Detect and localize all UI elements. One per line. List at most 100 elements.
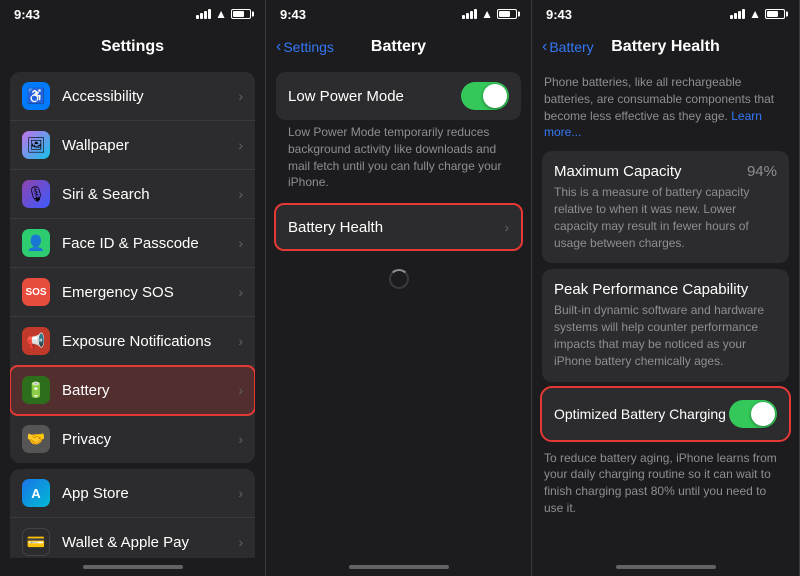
time-1: 9:43 [14, 7, 40, 22]
nav-bar-1: Settings [0, 28, 265, 66]
back-chevron-3: ‹ [542, 38, 547, 56]
sos-label: Emergency SOS [62, 284, 238, 301]
loading-spinner [266, 255, 531, 303]
back-to-settings[interactable]: ‹ Settings [276, 38, 334, 56]
settings-scroll[interactable]: ♿ Accessibility › 🖼 Wallpaper › 🎙 Siri &… [0, 66, 265, 558]
accessibility-chevron: › [238, 88, 243, 104]
signal-icon [196, 9, 211, 19]
wallpaper-chevron: › [238, 137, 243, 153]
time-2: 9:43 [280, 7, 306, 22]
peak-performance-title-row: Peak Performance Capability [554, 281, 777, 298]
back-to-battery[interactable]: ‹ Battery [542, 38, 594, 56]
battery-label: Battery [62, 382, 238, 399]
peak-performance-card: Peak Performance Capability Built-in dyn… [542, 269, 789, 381]
panel3-title: Battery Health [611, 38, 719, 56]
wallet-icon: 💳 [22, 528, 50, 556]
home-indicator-3 [532, 558, 799, 576]
battery-status-icon [231, 9, 251, 19]
row-siri[interactable]: 🎙 Siri & Search › [10, 170, 255, 219]
battery-icon: 🔋 [22, 376, 50, 404]
nav-bar-3: ‹ Battery Battery Health [532, 28, 799, 66]
low-power-toggle[interactable] [461, 82, 509, 110]
low-power-row[interactable]: Low Power Mode [276, 72, 521, 120]
panel-battery: 9:43 ▲ ‹ Settings Battery Low Power [266, 0, 532, 576]
optimized-charging-desc: To reduce battery aging, iPhone learns f… [544, 450, 787, 517]
back-label-2: Settings [283, 39, 334, 55]
battery-health-scroll[interactable]: Phone batteries, like all rechargeable b… [532, 66, 799, 558]
wallet-label: Wallet & Apple Pay [62, 534, 238, 551]
siri-icon: 🎙 [22, 180, 50, 208]
battery-health-label: Battery Health [288, 219, 504, 236]
spinner-icon [389, 269, 409, 289]
appstore-icon: A [22, 479, 50, 507]
battery-health-intro: Phone batteries, like all rechargeable b… [532, 66, 799, 145]
optimized-charging-toggle[interactable] [729, 400, 777, 428]
row-sos[interactable]: SOS Emergency SOS › [10, 268, 255, 317]
row-battery[interactable]: 🔋 Battery › [10, 366, 255, 415]
exposure-icon: 📢 [22, 327, 50, 355]
max-capacity-label: Maximum Capacity [554, 163, 682, 180]
status-bar-3: 9:43 ▲ [532, 0, 799, 28]
battery-health-row[interactable]: Battery Health › [276, 205, 521, 249]
wifi-icon-2: ▲ [481, 7, 493, 21]
settings-group-2: A App Store › 💳 Wallet & Apple Pay › [0, 469, 265, 558]
row-faceid[interactable]: 👤 Face ID & Passcode › [10, 219, 255, 268]
row-exposure[interactable]: 📢 Exposure Notifications › [10, 317, 255, 366]
battery-health-list: Battery Health › [276, 205, 521, 249]
sos-icon: SOS [22, 278, 50, 306]
low-power-label: Low Power Mode [288, 88, 461, 105]
status-icons-3: ▲ [730, 7, 785, 21]
accessibility-icon: ♿ [22, 82, 50, 110]
peak-performance-desc: Built-in dynamic software and hardware s… [554, 302, 777, 369]
siri-chevron: › [238, 186, 243, 202]
low-power-list: Low Power Mode [276, 72, 521, 120]
optimized-charging-thumb [751, 402, 775, 426]
row-accessibility[interactable]: ♿ Accessibility › [10, 72, 255, 121]
wifi-icon: ▲ [215, 7, 227, 21]
wallpaper-label: Wallpaper [62, 137, 238, 154]
faceid-label: Face ID & Passcode [62, 235, 238, 252]
status-icons-1: ▲ [196, 7, 251, 21]
panel-settings: 9:43 ▲ Settings ♿ Accessibility › 🖼 [0, 0, 266, 576]
store-settings-list: A App Store › 💳 Wallet & Apple Pay › [10, 469, 255, 558]
time-3: 9:43 [546, 7, 572, 22]
max-capacity-desc: This is a measure of battery capacity re… [554, 184, 777, 251]
row-wallet[interactable]: 💳 Wallet & Apple Pay › [10, 518, 255, 558]
faceid-chevron: › [238, 235, 243, 251]
exposure-chevron: › [238, 333, 243, 349]
appstore-label: App Store [62, 485, 238, 502]
home-indicator-2 [266, 558, 531, 576]
wallet-chevron: › [238, 534, 243, 550]
optimized-charging-desc-container: To reduce battery aging, iPhone learns f… [532, 440, 799, 523]
siri-label: Siri & Search [62, 186, 238, 203]
privacy-chevron: › [238, 431, 243, 447]
accessibility-label: Accessibility [62, 88, 238, 105]
peak-performance-label: Peak Performance Capability [554, 281, 748, 298]
privacy-icon: 🤝 [22, 425, 50, 453]
battery-status-icon-3 [765, 9, 785, 19]
faceid-icon: 👤 [22, 229, 50, 257]
row-privacy[interactable]: 🤝 Privacy › [10, 415, 255, 463]
sos-chevron: › [238, 284, 243, 300]
optimized-charging-row[interactable]: Optimized Battery Charging [542, 388, 789, 440]
optimized-charging-label: Optimized Battery Charging [554, 406, 729, 422]
low-power-description: Low Power Mode temporarily reduces backg… [276, 120, 521, 199]
panel-battery-health: 9:43 ▲ ‹ Battery Battery Health Phone ba… [532, 0, 800, 576]
status-icons-2: ▲ [462, 7, 517, 21]
row-wallpaper[interactable]: 🖼 Wallpaper › [10, 121, 255, 170]
max-capacity-card: Maximum Capacity 94% This is a measure o… [542, 151, 789, 263]
panel1-title: Settings [101, 38, 164, 56]
status-bar-2: 9:43 ▲ [266, 0, 531, 28]
row-appstore[interactable]: A App Store › [10, 469, 255, 518]
max-capacity-value: 94% [747, 163, 777, 180]
battery-status-icon-2 [497, 9, 517, 19]
exposure-label: Exposure Notifications [62, 333, 238, 350]
home-indicator-1 [0, 558, 265, 576]
battery-scroll[interactable]: Low Power Mode Low Power Mode temporaril… [266, 66, 531, 558]
battery-health-chevron: › [504, 219, 509, 235]
nav-bar-2: ‹ Settings Battery [266, 28, 531, 66]
battery-health-group: Battery Health › [266, 205, 531, 249]
settings-group-1: ♿ Accessibility › 🖼 Wallpaper › 🎙 Siri &… [0, 72, 265, 463]
low-power-group: Low Power Mode Low Power Mode temporaril… [266, 72, 531, 199]
status-bar-1: 9:43 ▲ [0, 0, 265, 28]
